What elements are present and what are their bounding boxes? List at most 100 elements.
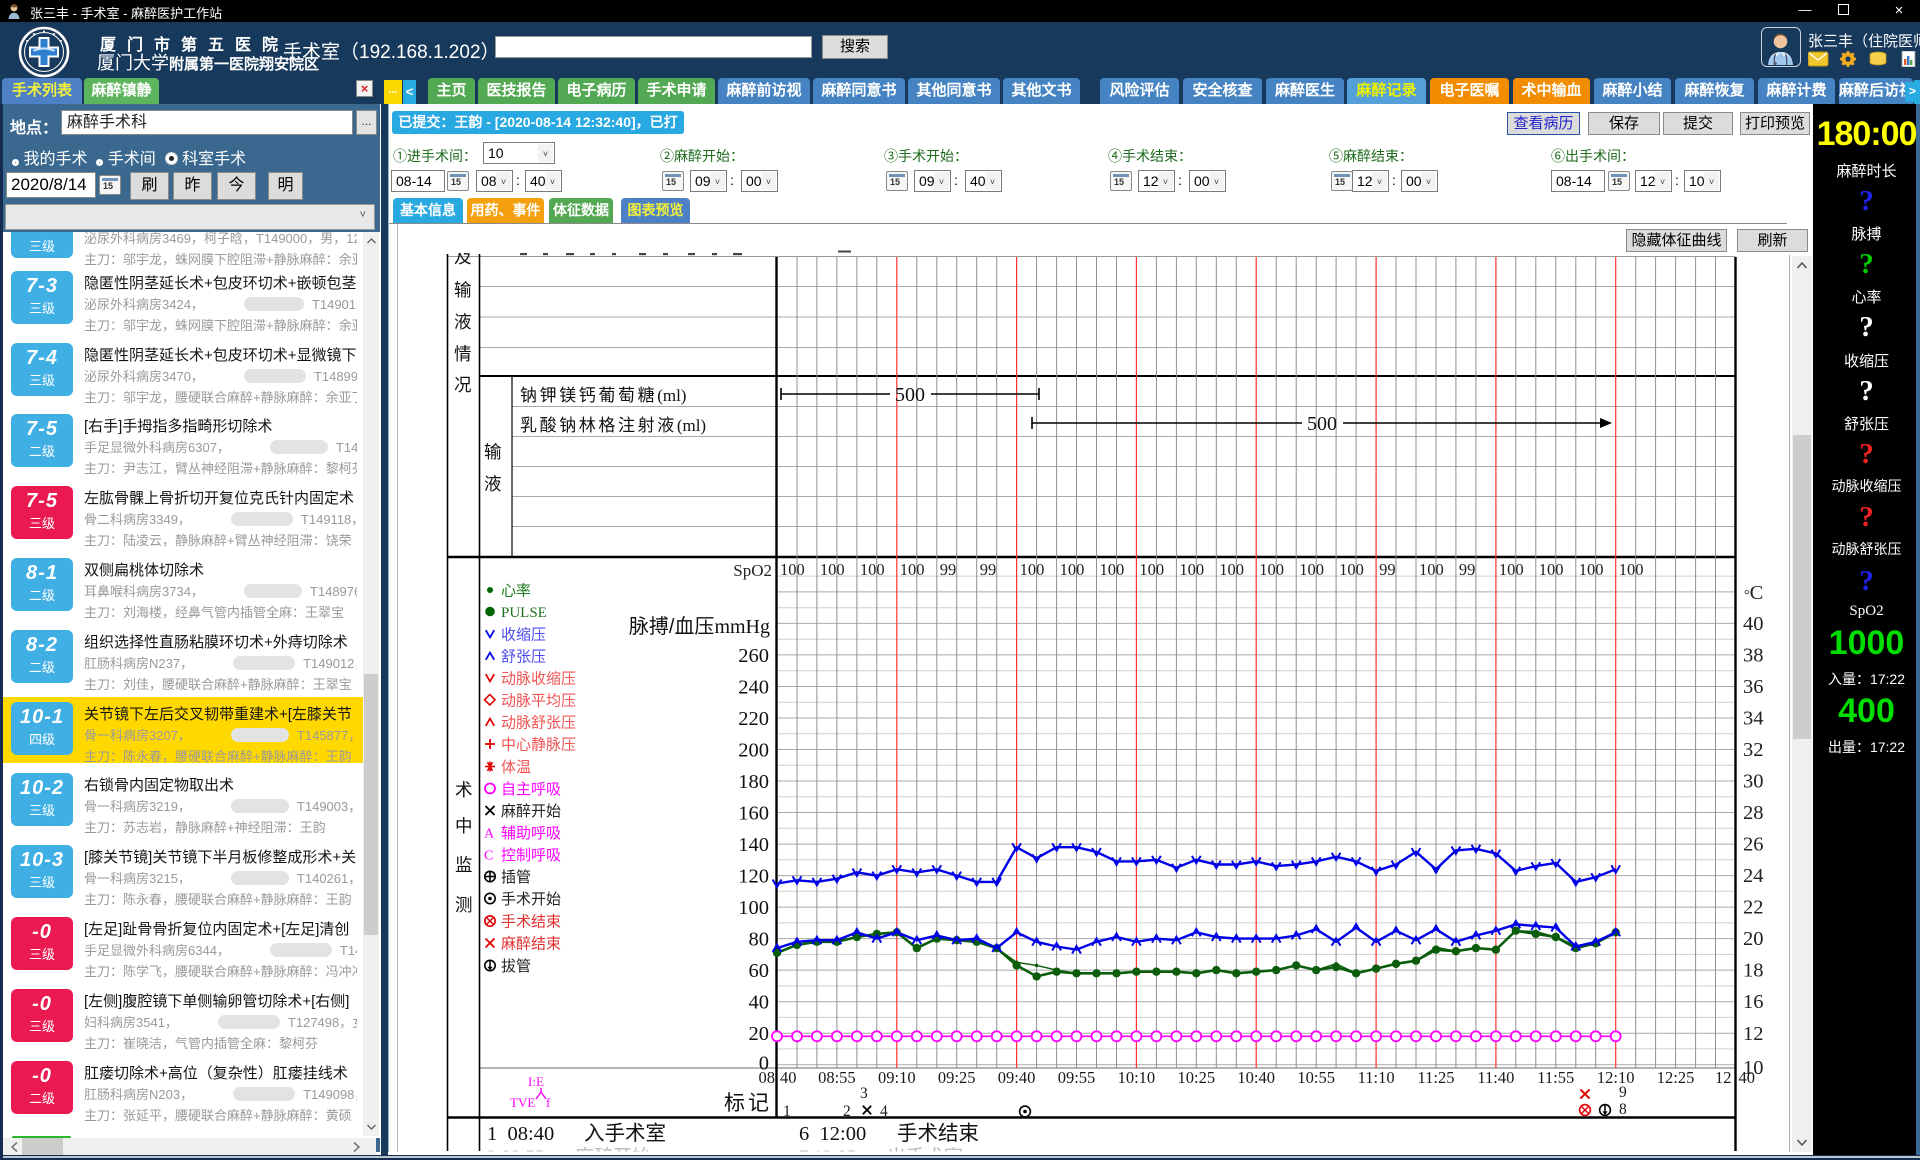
svg-text:100: 100 bbox=[1020, 560, 1045, 579]
svg-text:舒张压: 舒张压 bbox=[501, 648, 546, 665]
svg-text:100: 100 bbox=[1419, 560, 1444, 579]
svg-text:99: 99 bbox=[1379, 560, 1396, 579]
svg-text:f: f bbox=[546, 1095, 551, 1110]
svg-text:出手术室: 出手术室 bbox=[887, 1146, 963, 1152]
svg-text:500: 500 bbox=[895, 384, 925, 406]
svg-text:动脉收缩压: 动脉收缩压 bbox=[501, 670, 576, 687]
svg-text:08:55: 08:55 bbox=[818, 1068, 856, 1087]
svg-text:09:55: 09:55 bbox=[1058, 1068, 1096, 1087]
svg-text:3: 3 bbox=[860, 1085, 868, 1102]
svg-text:100: 100 bbox=[820, 560, 845, 579]
svg-text:40: 40 bbox=[749, 992, 770, 1014]
svg-text:120: 120 bbox=[738, 866, 769, 888]
svg-text:24: 24 bbox=[1743, 865, 1764, 887]
svg-text:麻醉开始: 麻醉开始 bbox=[575, 1146, 651, 1152]
svg-text:240: 240 bbox=[738, 677, 769, 699]
svg-text:18: 18 bbox=[1743, 960, 1764, 982]
svg-text:入手术室: 入手术室 bbox=[584, 1122, 666, 1145]
svg-text:38: 38 bbox=[1743, 645, 1764, 667]
svg-text:情: 情 bbox=[454, 344, 472, 364]
svg-text:脉搏/血压mmHg: 脉搏/血压mmHg bbox=[629, 615, 770, 638]
svg-text:100: 100 bbox=[1539, 560, 1564, 579]
svg-text:500: 500 bbox=[1307, 413, 1337, 435]
svg-text:99: 99 bbox=[940, 560, 957, 579]
svg-text:控制呼吸: 控制呼吸 bbox=[501, 847, 561, 864]
svg-text:26: 26 bbox=[1743, 834, 1764, 856]
svg-text:TVE: TVE bbox=[510, 1095, 535, 1110]
svg-text:30: 30 bbox=[1743, 771, 1764, 793]
svg-text:监: 监 bbox=[455, 855, 473, 875]
svg-text:32: 32 bbox=[1743, 739, 1764, 761]
svg-text:100: 100 bbox=[1139, 560, 1164, 579]
svg-text:7 12:05: 7 12:05 bbox=[799, 1147, 857, 1152]
svg-text:40: 40 bbox=[1739, 1068, 1756, 1087]
svg-text:动脉平均压: 动脉平均压 bbox=[501, 692, 576, 709]
svg-text:输: 输 bbox=[454, 280, 472, 300]
svg-text:100: 100 bbox=[860, 560, 885, 579]
svg-text:100: 100 bbox=[1060, 560, 1085, 579]
svg-text:20: 20 bbox=[749, 1023, 770, 1045]
svg-text:乳酸钠林格注射液(ml): 乳酸钠林格注射液(ml) bbox=[520, 416, 706, 435]
svg-text:中: 中 bbox=[455, 816, 473, 836]
svg-text:中心静脉压: 中心静脉压 bbox=[501, 736, 576, 753]
svg-text:手术结束: 手术结束 bbox=[897, 1122, 979, 1145]
svg-text:PULSE: PULSE bbox=[501, 605, 547, 621]
svg-text:标记: 标记 bbox=[724, 1092, 772, 1115]
svg-text:140: 140 bbox=[738, 834, 769, 856]
svg-text:麻醉开始: 麻醉开始 bbox=[501, 803, 561, 820]
svg-text:260: 260 bbox=[738, 645, 769, 667]
svg-text:及: 及 bbox=[454, 247, 472, 267]
svg-text:2 08:55: 2 08:55 bbox=[487, 1147, 545, 1152]
svg-text:60: 60 bbox=[749, 960, 770, 982]
svg-text:自主呼吸: 自主呼吸 bbox=[501, 781, 561, 798]
svg-text:10:25: 10:25 bbox=[1178, 1068, 1216, 1087]
svg-text:100: 100 bbox=[1499, 560, 1524, 579]
svg-text:液: 液 bbox=[454, 312, 472, 332]
svg-text:40: 40 bbox=[780, 1068, 797, 1087]
svg-text:11:55: 11:55 bbox=[1537, 1068, 1574, 1087]
svg-text:11:40: 11:40 bbox=[1477, 1068, 1514, 1087]
svg-text:100: 100 bbox=[1259, 560, 1284, 579]
svg-text:100: 100 bbox=[1179, 560, 1204, 579]
svg-text:1: 1 bbox=[783, 1103, 791, 1120]
svg-text:22: 22 bbox=[1743, 897, 1764, 919]
svg-text:11:10: 11:10 bbox=[1358, 1068, 1395, 1087]
svg-text:12: 12 bbox=[1743, 1023, 1764, 1045]
svg-text:SpO2: SpO2 bbox=[733, 561, 772, 580]
svg-text:钠钾镁钙葡萄糖(ml): 钠钾镁钙葡萄糖(ml) bbox=[520, 386, 686, 405]
svg-text:09:40: 09:40 bbox=[998, 1068, 1036, 1087]
svg-text:2: 2 bbox=[843, 1103, 851, 1120]
svg-text:34: 34 bbox=[1743, 708, 1764, 730]
svg-text:220: 220 bbox=[738, 708, 769, 730]
svg-text:80: 80 bbox=[749, 929, 770, 951]
svg-text:手术开始: 手术开始 bbox=[501, 891, 561, 908]
svg-text:100: 100 bbox=[1299, 560, 1324, 579]
svg-text:100: 100 bbox=[1100, 560, 1125, 579]
svg-text:12: 12 bbox=[1715, 1068, 1732, 1087]
svg-text:160: 160 bbox=[738, 803, 769, 825]
svg-text:100: 100 bbox=[1619, 560, 1644, 579]
svg-text:08: 08 bbox=[759, 1068, 776, 1087]
svg-text:°C: °C bbox=[1744, 582, 1763, 604]
svg-text:况: 况 bbox=[454, 375, 472, 395]
svg-text:99: 99 bbox=[1459, 560, 1476, 579]
svg-text:20: 20 bbox=[1743, 928, 1764, 950]
svg-text:12:25: 12:25 bbox=[1657, 1068, 1695, 1087]
svg-text:10:40: 10:40 bbox=[1237, 1068, 1275, 1087]
svg-text:200: 200 bbox=[738, 740, 769, 762]
svg-text:100: 100 bbox=[1219, 560, 1244, 579]
svg-text:动脉舒张压: 动脉舒张压 bbox=[501, 714, 576, 731]
svg-text:09:25: 09:25 bbox=[938, 1068, 976, 1087]
svg-text:180: 180 bbox=[738, 771, 769, 793]
svg-text:09:10: 09:10 bbox=[878, 1068, 916, 1087]
svg-text:测: 测 bbox=[455, 895, 473, 915]
svg-text:C: C bbox=[484, 849, 493, 864]
svg-text:插管: 插管 bbox=[501, 869, 531, 886]
svg-text:99: 99 bbox=[980, 560, 997, 579]
svg-text:术: 术 bbox=[455, 780, 473, 800]
svg-text:40: 40 bbox=[1743, 613, 1764, 635]
svg-text:收缩压: 收缩压 bbox=[501, 626, 546, 643]
svg-text:100: 100 bbox=[780, 560, 805, 579]
svg-text:A: A bbox=[484, 827, 495, 842]
svg-text:36: 36 bbox=[1743, 676, 1764, 698]
